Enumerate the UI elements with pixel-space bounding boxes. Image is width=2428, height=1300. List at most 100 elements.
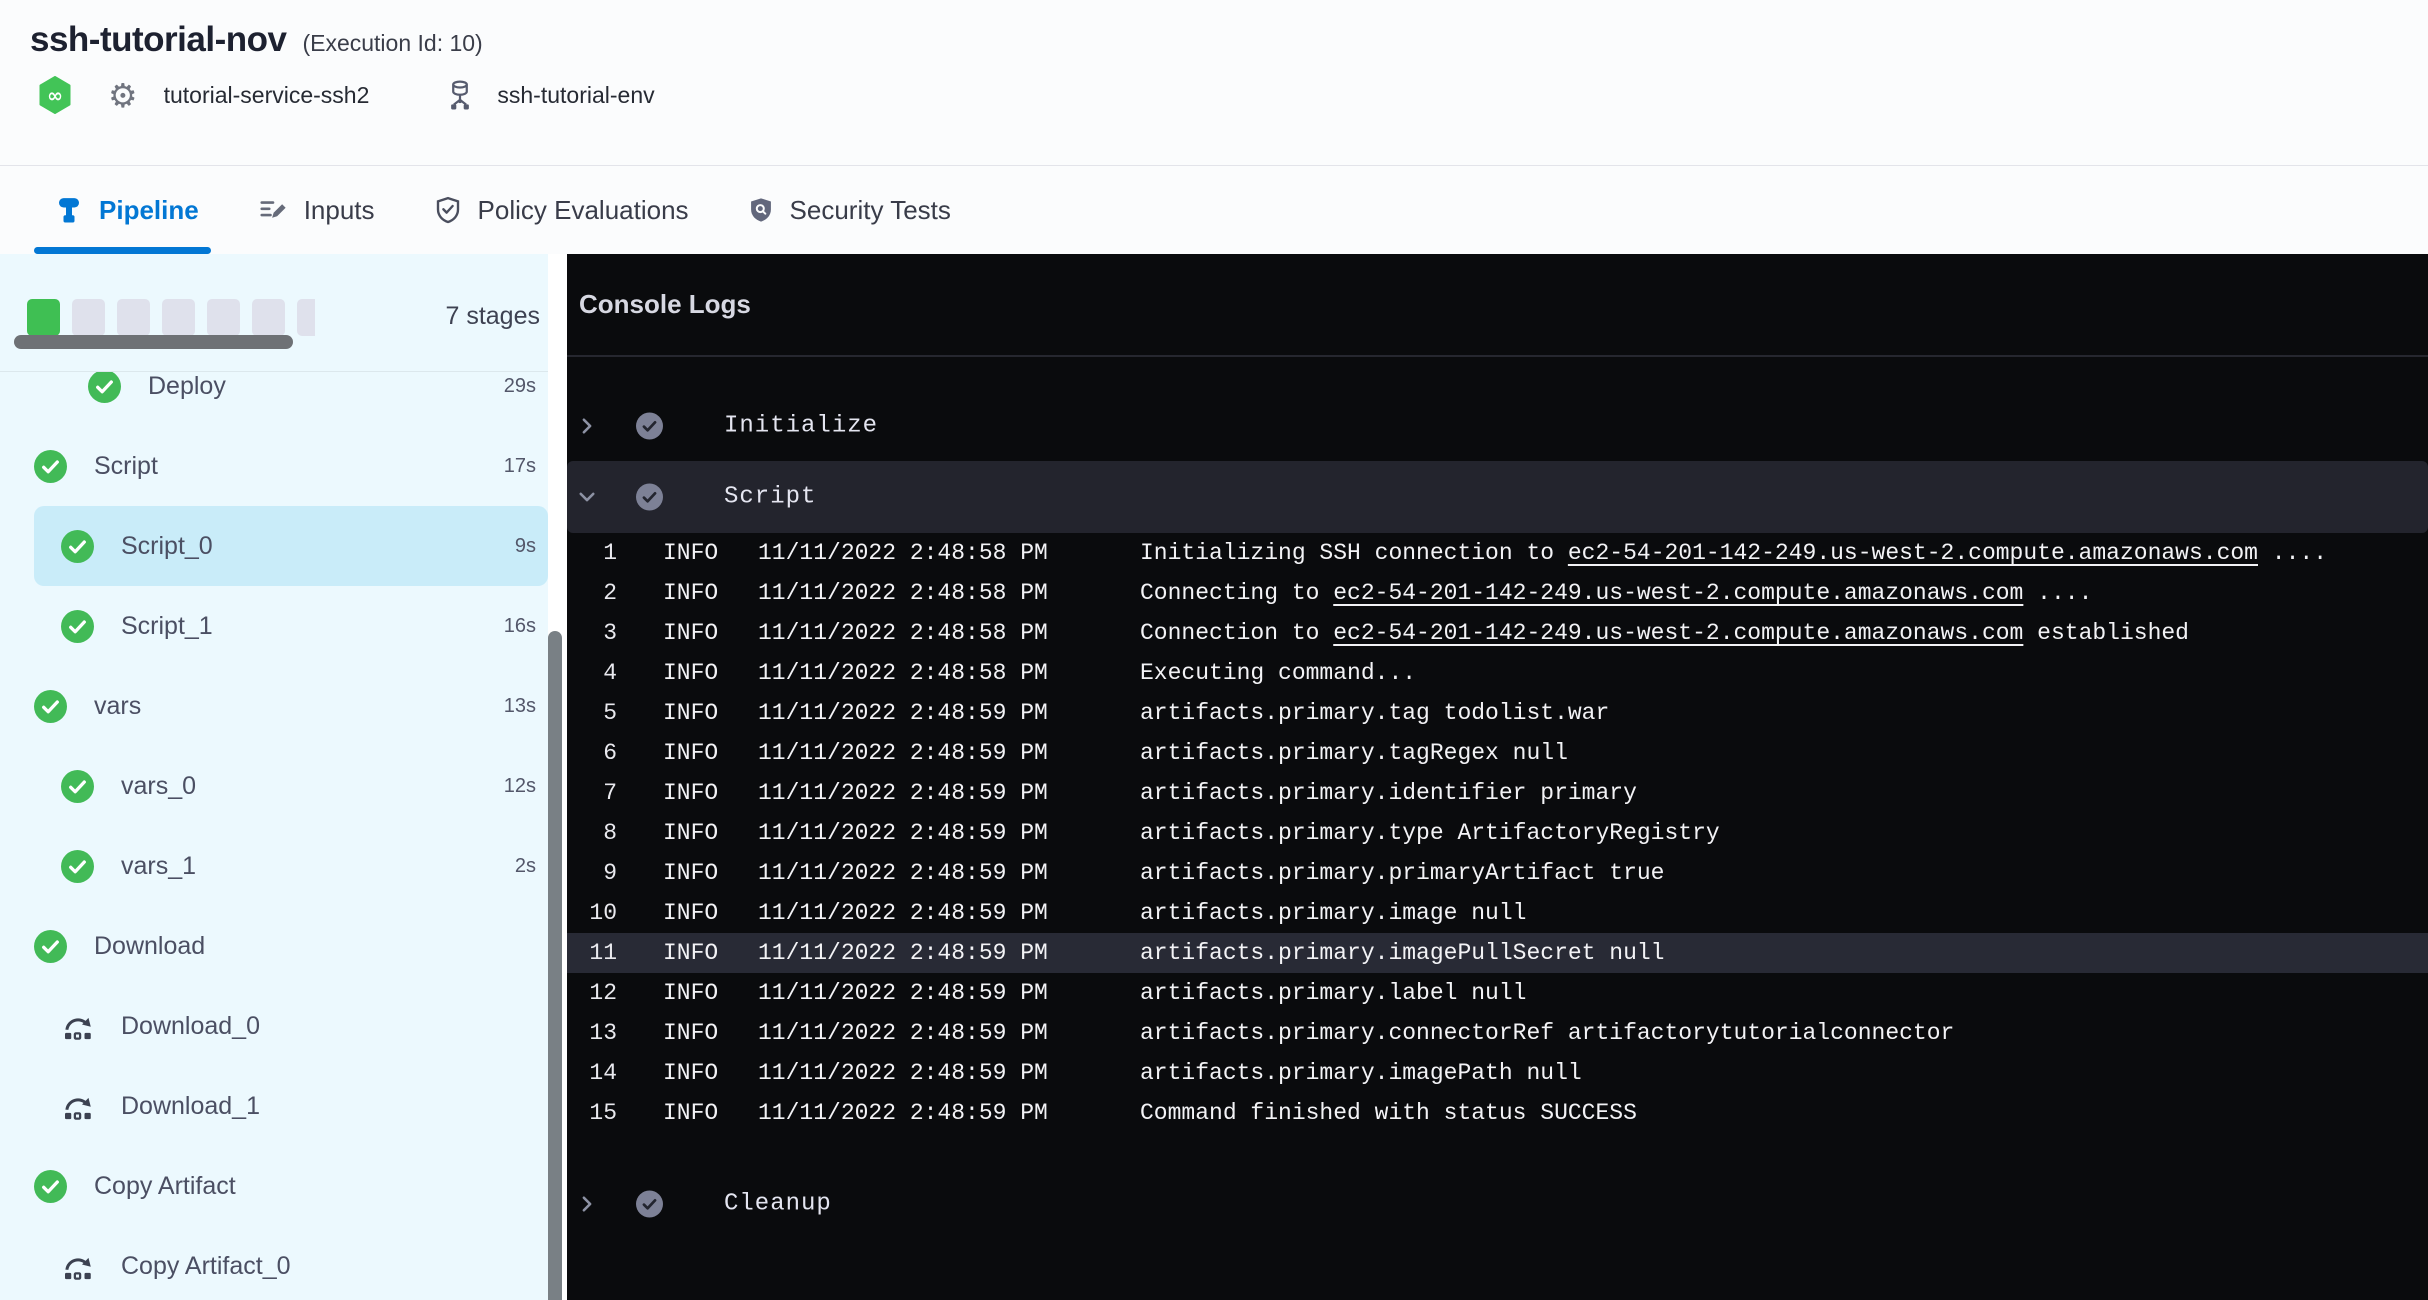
service-name[interactable]: tutorial-service-ssh2 bbox=[164, 82, 370, 109]
log-message: artifacts.primary.identifier primary bbox=[1140, 773, 1637, 813]
stage-duration: 29s bbox=[504, 375, 536, 398]
log-line[interactable]: 14INFO11/11/2022 2:48:59 PMartifacts.pri… bbox=[567, 1053, 2428, 1093]
log-text: Command finished with status SUCCESS bbox=[1140, 1100, 1637, 1126]
log-line[interactable]: 4INFO11/11/2022 2:48:58 PMExecuting comm… bbox=[567, 653, 2428, 693]
stage-row-download[interactable]: Download bbox=[0, 906, 548, 986]
title-row: ssh-tutorial-nov (Execution Id: 10) bbox=[30, 0, 2428, 60]
log-section-script[interactable]: Script bbox=[567, 461, 2428, 533]
stage-row-copy-artifact-0[interactable]: Copy Artifact_0 bbox=[0, 1226, 548, 1300]
log-line[interactable]: 9INFO11/11/2022 2:48:59 PMartifacts.prim… bbox=[567, 853, 2428, 893]
stage-list: Deploy 29s Script17sScript_09s Script_1 16s v… bbox=[0, 372, 548, 1300]
success-check-icon bbox=[34, 1170, 67, 1203]
log-line-number: 1 bbox=[567, 533, 617, 573]
log-text: Initializing SSH connection to bbox=[1140, 540, 1568, 566]
log-line[interactable]: 6INFO11/11/2022 2:48:59 PMartifacts.prim… bbox=[567, 733, 2428, 773]
stage-duration: 9s bbox=[515, 535, 536, 558]
log-level: INFO bbox=[663, 613, 718, 653]
log-line[interactable]: 11INFO11/11/2022 2:48:59 PMartifacts.pri… bbox=[567, 933, 2428, 973]
stage-row-script-0[interactable]: Script_09s bbox=[34, 506, 548, 586]
log-line[interactable]: 12 INFO 11/11/2022 2:48:59 PM artifacts.pri… bbox=[567, 973, 2428, 1013]
log-text: .... bbox=[2258, 540, 2327, 566]
log-level: INFO bbox=[663, 1053, 718, 1093]
stage-row-vars[interactable]: vars13s bbox=[0, 666, 548, 746]
log-line-number: 12 bbox=[567, 973, 617, 1013]
tab-security-tests[interactable]: Security Tests bbox=[747, 166, 951, 254]
stage-duration: 16s bbox=[504, 615, 536, 638]
tab-label: Policy Evaluations bbox=[478, 195, 689, 226]
stage-label: Script_1 bbox=[121, 612, 213, 641]
log-timestamp: 11/11/2022 2:48:59 PM bbox=[758, 693, 1048, 733]
log-text: artifacts.primary.primaryArtifact true bbox=[1140, 860, 1665, 886]
log-text: artifacts.primary.type ArtifactoryRegist… bbox=[1140, 820, 1720, 846]
log-line[interactable]: 5INFO11/11/2022 2:48:59 PMartifacts.prim… bbox=[567, 693, 2428, 733]
stage-row-vars-0[interactable]: vars_012s bbox=[0, 746, 548, 826]
log-line[interactable]: 10INFO11/11/2022 2:48:59 PMartifacts.pri… bbox=[567, 893, 2428, 933]
entity-row: ∞ ⚙ tutorial-service-ssh2 ssh-tutorial-e… bbox=[30, 76, 2428, 114]
stage-row-download-1[interactable]: Download_1 bbox=[0, 1066, 548, 1146]
log-text: Executing command... bbox=[1140, 660, 1416, 686]
success-check-icon bbox=[88, 372, 121, 403]
tab-policy-evaluations[interactable]: Policy Evaluations bbox=[433, 166, 689, 254]
stage-row-deploy[interactable]: Deploy 29s bbox=[0, 372, 548, 426]
console-logs-title: Console Logs bbox=[579, 289, 751, 320]
log-section-cleanup[interactable]: Cleanup bbox=[567, 1169, 2428, 1239]
console-logs-panel: Console Logs InitializeScript1INFO11/11/… bbox=[567, 254, 2428, 1300]
page-title: ssh-tutorial-nov bbox=[30, 20, 286, 60]
log-level: INFO bbox=[663, 893, 718, 933]
stage-row-copy-artifact[interactable]: Copy Artifact bbox=[0, 1146, 548, 1226]
log-line[interactable]: 15INFO11/11/2022 2:48:59 PMCommand finis… bbox=[567, 1093, 2428, 1133]
tab-inputs[interactable]: Inputs bbox=[257, 166, 375, 254]
log-message: Executing command... bbox=[1140, 653, 1416, 693]
log-link[interactable]: ec2-54-201-142-249.us-west-2.compute.ama… bbox=[1333, 620, 2023, 646]
log-timestamp: 11/11/2022 2:48:59 PM bbox=[758, 853, 1048, 893]
stage-row-script-1[interactable]: Script_1 16s bbox=[0, 586, 548, 666]
chevron-down-icon[interactable] bbox=[577, 487, 597, 507]
success-check-icon bbox=[61, 850, 94, 883]
log-level: INFO bbox=[663, 853, 718, 893]
log-line[interactable]: 7INFO11/11/2022 2:48:59 PMartifacts.prim… bbox=[567, 773, 2428, 813]
log-level: INFO bbox=[663, 973, 718, 1013]
log-link[interactable]: ec2-54-201-142-249.us-west-2.compute.ama… bbox=[1568, 540, 2258, 566]
log-line[interactable]: 2INFO11/11/2022 2:48:58 PMConnecting to … bbox=[567, 573, 2428, 613]
stage-duration: 2s bbox=[515, 855, 536, 878]
stage-row-script[interactable]: Script17s bbox=[0, 426, 548, 506]
log-timestamp: 11/11/2022 2:48:59 PM bbox=[758, 1013, 1048, 1053]
success-check-icon bbox=[34, 690, 67, 723]
log-level: INFO bbox=[663, 733, 718, 773]
log-section-label: Cleanup bbox=[724, 1191, 832, 1218]
chevron-right-icon[interactable] bbox=[577, 1194, 597, 1214]
log-line[interactable]: 13INFO11/11/2022 2:48:59 PMartifacts.pri… bbox=[567, 1013, 2428, 1053]
log-link[interactable]: ec2-54-201-142-249.us-west-2.compute.ama… bbox=[1333, 580, 2023, 606]
environment-name[interactable]: ssh-tutorial-env bbox=[497, 82, 654, 109]
tab-label: Security Tests bbox=[790, 195, 951, 226]
chevron-right-icon[interactable] bbox=[577, 416, 597, 436]
log-text: artifacts.primary.connectorRef artifacto… bbox=[1140, 1020, 1954, 1046]
environment-icon bbox=[445, 79, 475, 111]
log-message: Initializing SSH connection to ec2-54-20… bbox=[1140, 533, 2327, 573]
log-line-number: 14 bbox=[567, 1053, 617, 1093]
tab-pipeline[interactable]: Pipeline bbox=[54, 166, 199, 254]
stage-label: Deploy bbox=[148, 372, 226, 401]
log-timestamp: 11/11/2022 2:48:58 PM bbox=[758, 573, 1048, 613]
success-check-icon bbox=[61, 770, 94, 803]
log-line[interactable]: 1INFO11/11/2022 2:48:58 PMInitializing S… bbox=[567, 533, 2428, 573]
stage-label: Download bbox=[94, 932, 205, 961]
log-timestamp: 11/11/2022 2:48:59 PM bbox=[758, 973, 1048, 1013]
log-line[interactable]: 3INFO11/11/2022 2:48:58 PMConnection to … bbox=[567, 613, 2428, 653]
log-timestamp: 11/11/2022 2:48:58 PM bbox=[758, 613, 1048, 653]
log-timestamp: 11/11/2022 2:48:59 PM bbox=[758, 773, 1048, 813]
sidebar-scrollbar-thumb[interactable] bbox=[548, 631, 562, 1300]
log-line[interactable]: 8INFO11/11/2022 2:48:59 PMartifacts.prim… bbox=[567, 813, 2428, 853]
stage-progress-block bbox=[117, 299, 150, 336]
log-message: Connecting to ec2-54-201-142-249.us-west… bbox=[1140, 573, 2092, 613]
log-timestamp: 11/11/2022 2:48:59 PM bbox=[758, 813, 1048, 853]
tab-bar: Pipeline Inputs Policy Evaluations Security… bbox=[0, 166, 2428, 254]
log-text: artifacts.primary.label null bbox=[1140, 980, 1526, 1006]
stages-horizontal-scrollbar[interactable] bbox=[14, 335, 293, 349]
stage-row-vars-1[interactable]: vars_12s bbox=[0, 826, 548, 906]
log-line-number: 8 bbox=[567, 813, 617, 853]
stage-row-download-0[interactable]: Download_0 bbox=[0, 986, 548, 1066]
log-line-number: 5 bbox=[567, 693, 617, 733]
log-line-number: 4 bbox=[567, 653, 617, 693]
log-section-initialize[interactable]: Initialize bbox=[567, 391, 2428, 461]
